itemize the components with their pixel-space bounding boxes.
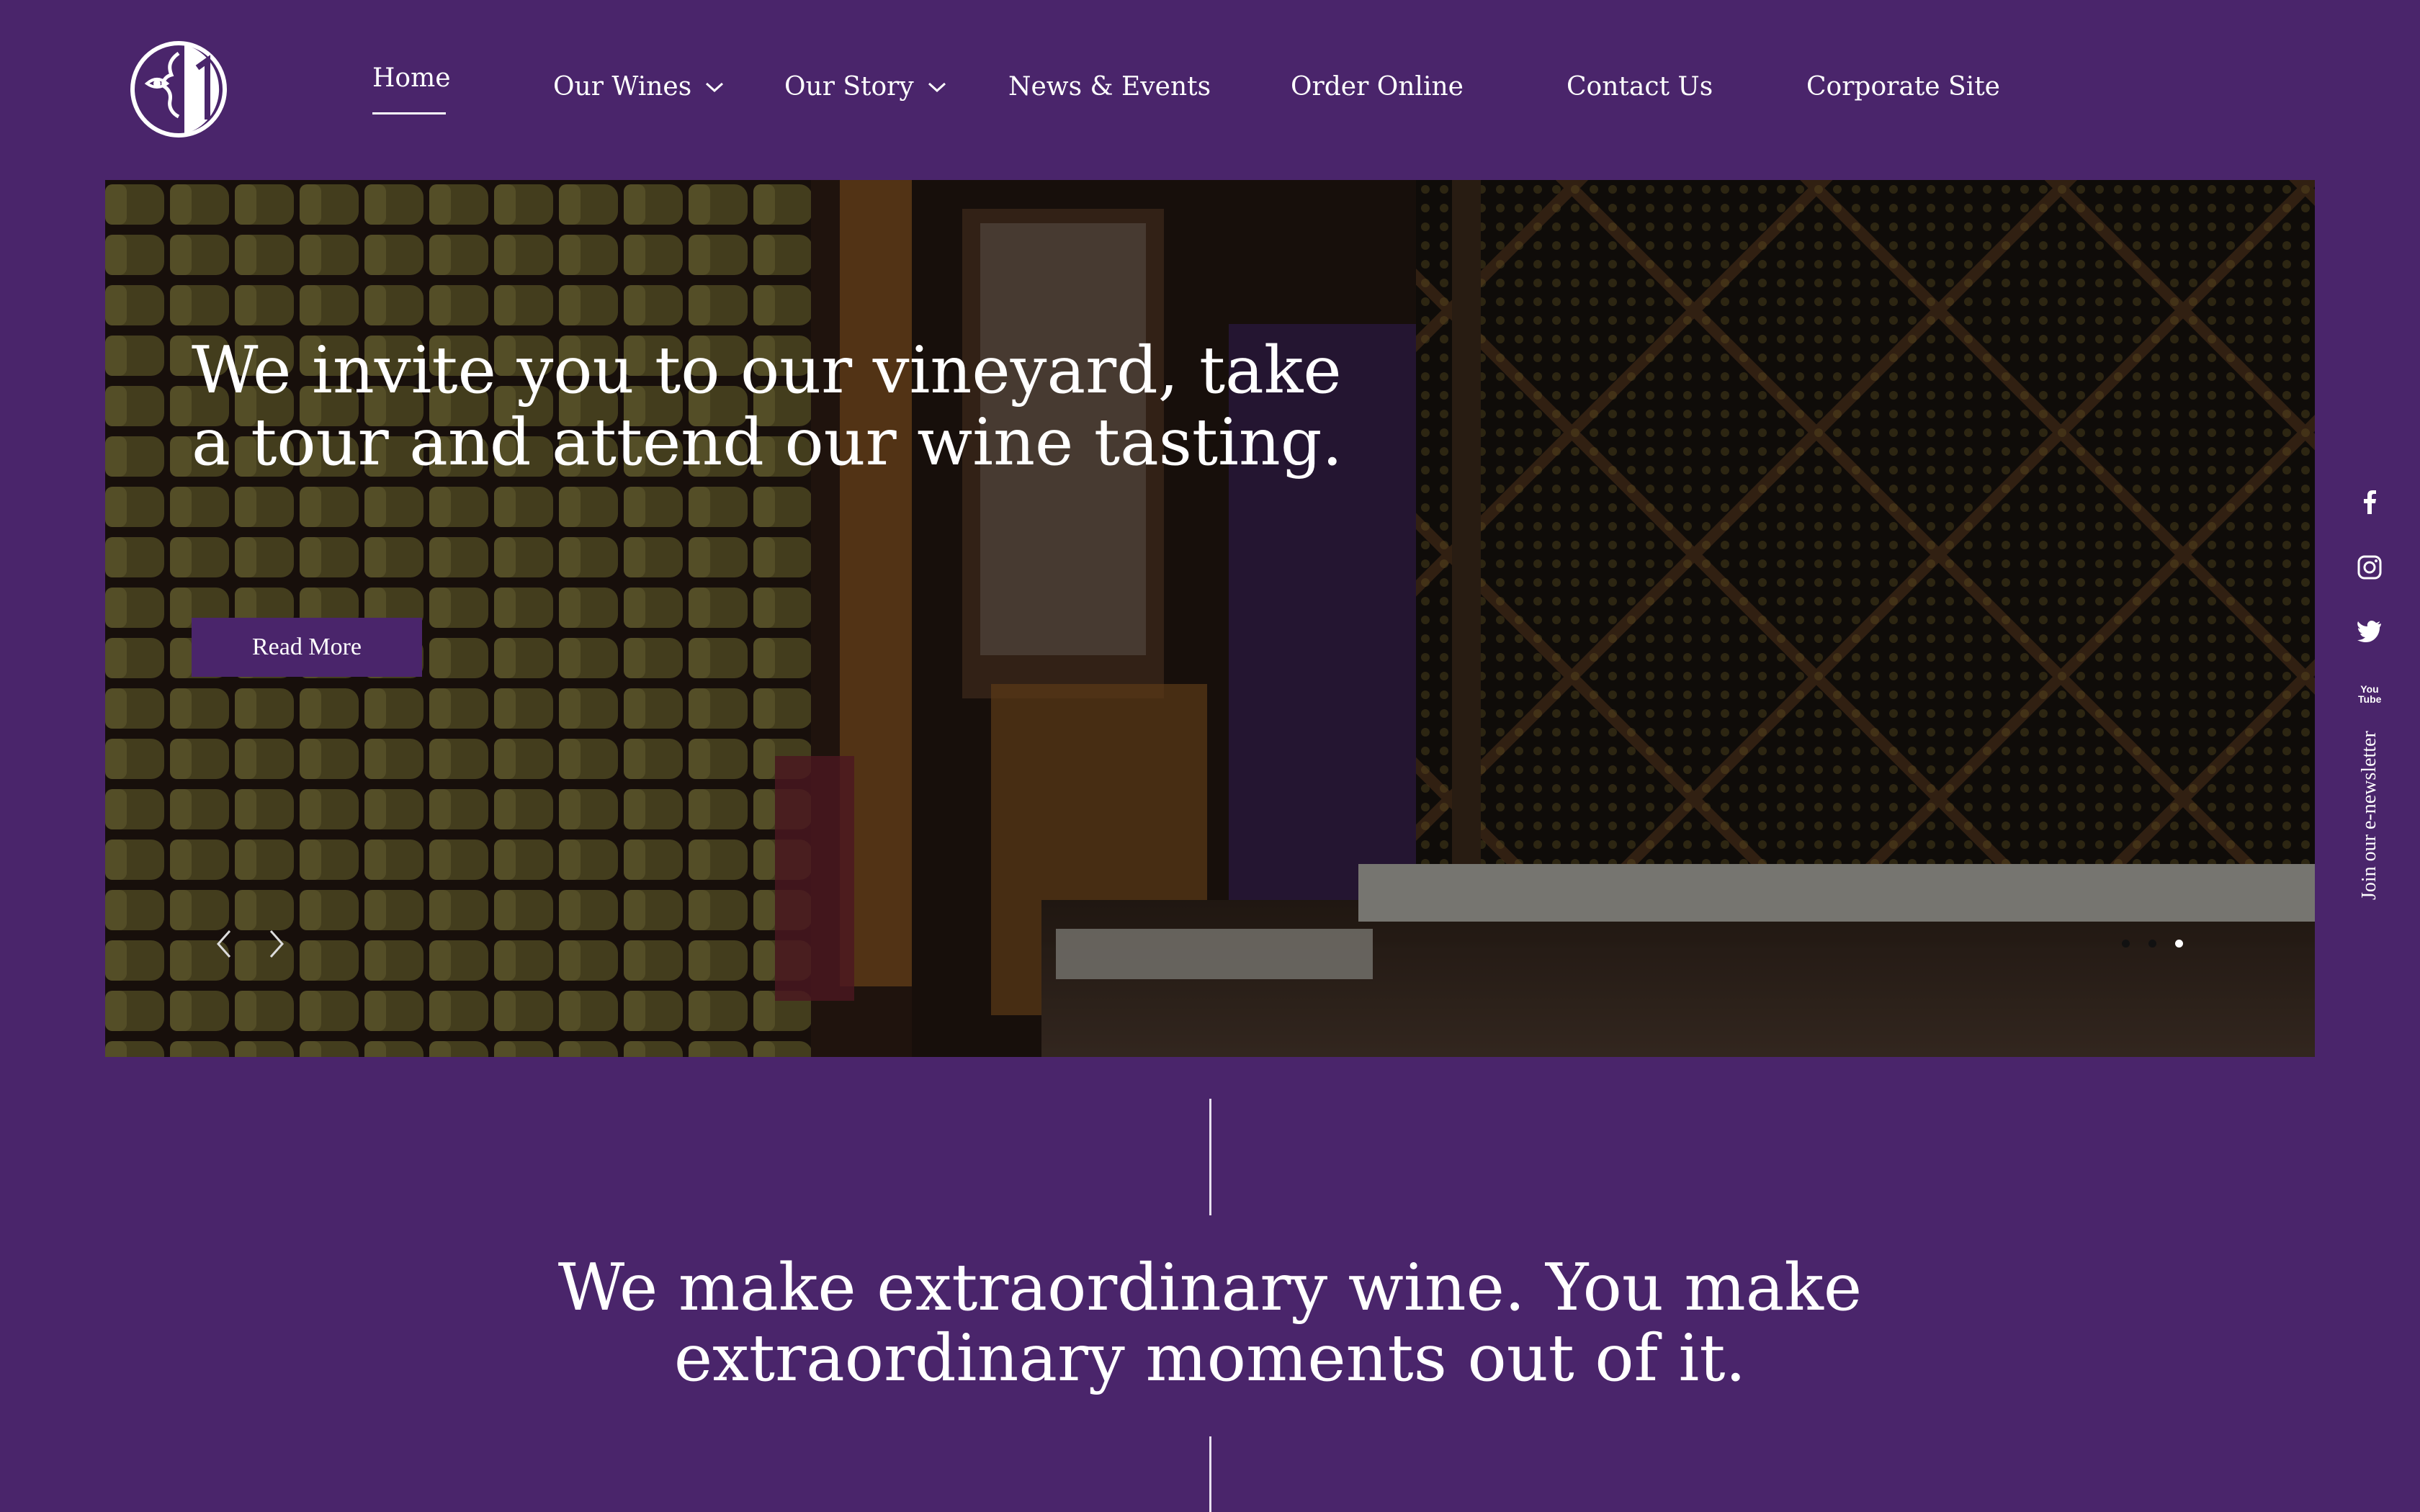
newsletter-link[interactable]: Join our e-newsletter xyxy=(2358,731,2381,900)
nav-contact-us-label: Contact Us xyxy=(1567,72,1713,102)
slider-dot-1[interactable] xyxy=(2122,940,2130,948)
read-more-button[interactable]: Read More xyxy=(192,618,422,677)
nav-contact-us[interactable]: Contact Us xyxy=(1567,72,1713,102)
nav-order-online[interactable]: Order Online xyxy=(1291,72,1464,102)
hero-title: We invite you to our vineyard, take a to… xyxy=(192,333,1343,480)
slider-prev-arrow-icon[interactable] xyxy=(210,925,238,963)
nav-news-events-label: News & Events xyxy=(1008,72,1211,102)
slider-dot-3[interactable] xyxy=(2175,940,2183,948)
nav-our-wines-label: Our Wines xyxy=(553,72,692,102)
chevron-down-icon xyxy=(706,82,724,92)
intro-tagline: We make extraordinary wine. You make ext… xyxy=(557,1250,1863,1396)
hero-slider: We invite you to our vineyard, take a to… xyxy=(105,180,2315,1057)
main-nav: Home Our Wines Our Story News & Events O… xyxy=(0,0,2420,180)
nav-home[interactable]: Home xyxy=(372,63,451,93)
nav-our-wines[interactable]: Our Wines xyxy=(553,72,725,102)
instagram-icon[interactable] xyxy=(2355,553,2384,582)
youtube-icon[interactable]: You Tube xyxy=(2355,680,2384,708)
nav-corporate-site-label: Corporate Site xyxy=(1806,72,2000,102)
chevron-down-icon xyxy=(928,82,946,92)
divider-line-top xyxy=(1209,1099,1211,1215)
nav-our-story[interactable]: Our Story xyxy=(784,72,947,102)
nav-our-story-label: Our Story xyxy=(784,72,914,102)
slider-next-arrow-icon[interactable] xyxy=(262,925,291,963)
slider-dot-2[interactable] xyxy=(2148,940,2156,948)
nav-order-online-label: Order Online xyxy=(1291,72,1464,102)
divider-line-bottom xyxy=(1209,1436,1211,1512)
nav-home-label: Home xyxy=(372,63,451,93)
nav-active-underline xyxy=(372,112,446,114)
wine-cellar-image xyxy=(105,180,2315,1057)
slider-dots xyxy=(2122,940,2183,948)
youtube-icon-label: You Tube xyxy=(2358,683,2382,705)
twitter-icon[interactable] xyxy=(2355,616,2384,645)
nav-news-events[interactable]: News & Events xyxy=(1008,72,1211,102)
nav-corporate-site[interactable]: Corporate Site xyxy=(1806,72,2000,102)
facebook-icon[interactable] xyxy=(2355,488,2384,517)
